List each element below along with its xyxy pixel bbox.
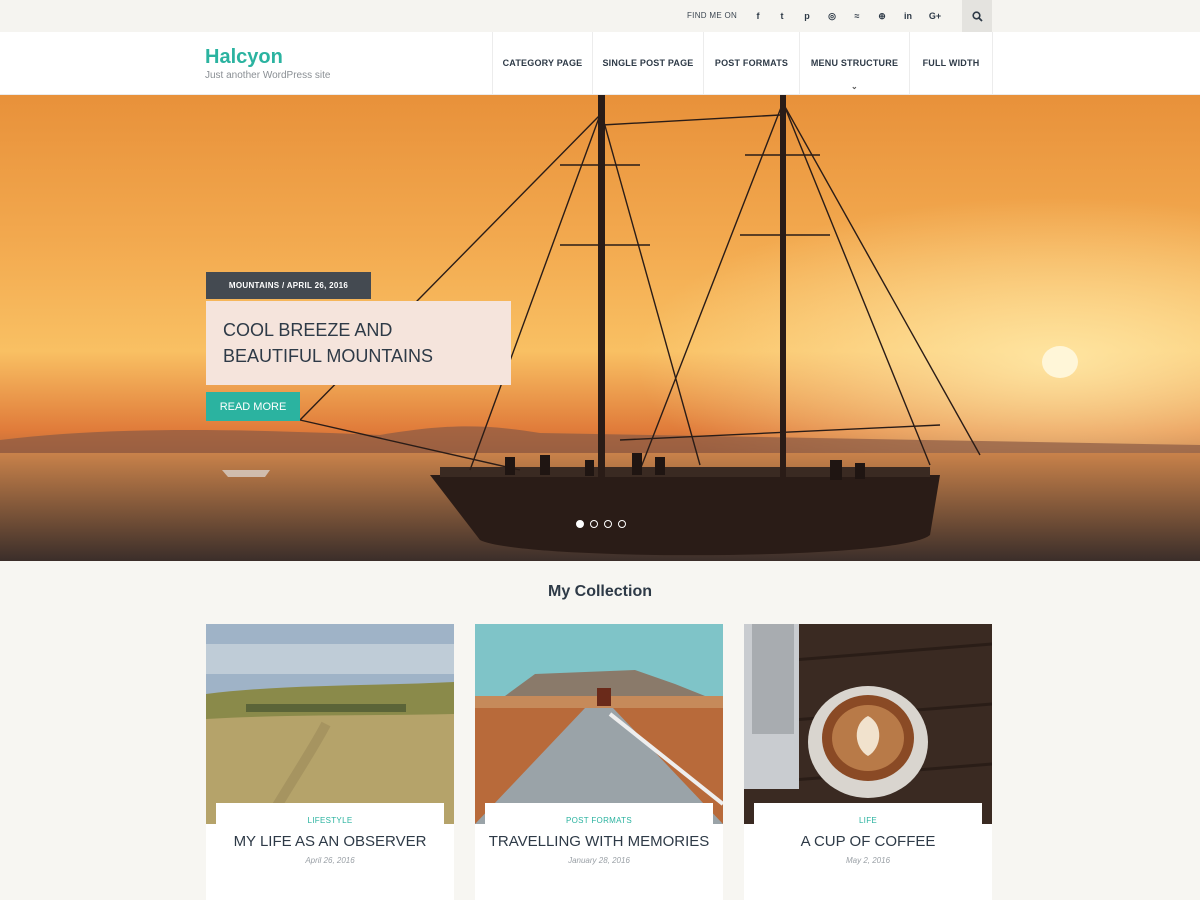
site-title[interactable]: Halcyon xyxy=(205,46,283,69)
nav-item-menu-structure[interactable]: MENU STRUCTURE ⌄ xyxy=(799,32,909,94)
post-card[interactable]: LIFE A CUP OF COFFEE May 2, 2016 xyxy=(744,624,992,900)
search-button[interactable] xyxy=(962,0,992,32)
nav-item-full-width[interactable]: FULL WIDTH xyxy=(909,32,993,94)
slider-dot[interactable] xyxy=(604,520,612,528)
hero-slider: MOUNTAINS / APRIL 26, 2016 COOL BREEZE A… xyxy=(0,95,1200,561)
dribbble-icon[interactable]: ⊕ xyxy=(870,0,894,32)
card-category[interactable]: POST FORMATS xyxy=(485,816,713,825)
slider-dot[interactable] xyxy=(618,520,626,528)
slider-dot[interactable] xyxy=(590,520,598,528)
card-title[interactable]: MY LIFE AS AN OBSERVER xyxy=(216,831,444,852)
nav-item-category-page[interactable]: CATEGORY PAGE xyxy=(492,32,592,94)
read-more-button[interactable]: READ MORE xyxy=(206,392,300,421)
find-me-label: FIND ME ON xyxy=(687,11,738,20)
search-icon xyxy=(971,10,983,22)
nav-item-single-post-page[interactable]: SINGLE POST PAGE xyxy=(592,32,703,94)
main-nav: CATEGORY PAGE SINGLE POST PAGE POST FORM… xyxy=(492,32,993,94)
rss-icon[interactable]: ≈ xyxy=(845,0,869,32)
instagram-icon[interactable]: ◎ xyxy=(820,0,844,32)
post-card[interactable]: LIFESTYLE MY LIFE AS AN OBSERVER April 2… xyxy=(206,624,454,900)
slider-dots xyxy=(576,520,626,528)
card-body: POST FORMATS TRAVELLING WITH MEMORIES Ja… xyxy=(485,803,713,865)
pinterest-icon[interactable]: p xyxy=(795,0,819,32)
card-date: May 2, 2016 xyxy=(845,856,891,865)
card-body: LIFESTYLE MY LIFE AS AN OBSERVER April 2… xyxy=(216,803,444,865)
card-image[interactable] xyxy=(475,624,723,824)
card-body: LIFE A CUP OF COFFEE May 2, 2016 xyxy=(754,803,982,865)
card-category[interactable]: LIFE xyxy=(754,816,982,825)
facebook-icon[interactable]: f xyxy=(746,0,770,32)
card-image[interactable] xyxy=(206,624,454,824)
card-title[interactable]: A CUP OF COFFEE xyxy=(754,831,982,852)
nav-item-post-formats[interactable]: POST FORMATS xyxy=(703,32,799,94)
card-image[interactable] xyxy=(744,624,992,824)
google-plus-icon[interactable]: G+ xyxy=(923,0,947,32)
hero-image xyxy=(0,95,1200,561)
card-date: January 28, 2016 xyxy=(568,856,630,865)
site-header: Halcyon Just another WordPress site CATE… xyxy=(0,32,1200,95)
post-card[interactable]: POST FORMATS TRAVELLING WITH MEMORIES Ja… xyxy=(475,624,723,900)
chevron-down-icon: ⌄ xyxy=(851,82,858,91)
top-bar: FIND ME ON f t p ◎ ≈ ⊕ in G+ xyxy=(0,0,1200,32)
section-title: My Collection xyxy=(547,583,652,600)
hero-post-title[interactable]: COOL BREEZE AND BEAUTIFUL MOUNTAINS xyxy=(223,317,494,369)
card-date: April 26, 2016 xyxy=(305,856,355,865)
post-title-box: COOL BREEZE AND BEAUTIFUL MOUNTAINS xyxy=(206,301,511,385)
linkedin-icon[interactable]: in xyxy=(896,0,920,32)
card-category[interactable]: LIFESTYLE xyxy=(216,816,444,825)
slider-dot[interactable] xyxy=(576,520,584,528)
post-meta[interactable]: MOUNTAINS / APRIL 26, 2016 xyxy=(206,272,371,299)
site-tagline: Just another WordPress site xyxy=(205,70,331,81)
card-title[interactable]: TRAVELLING WITH MEMORIES xyxy=(485,831,713,852)
twitter-icon[interactable]: t xyxy=(770,0,794,32)
